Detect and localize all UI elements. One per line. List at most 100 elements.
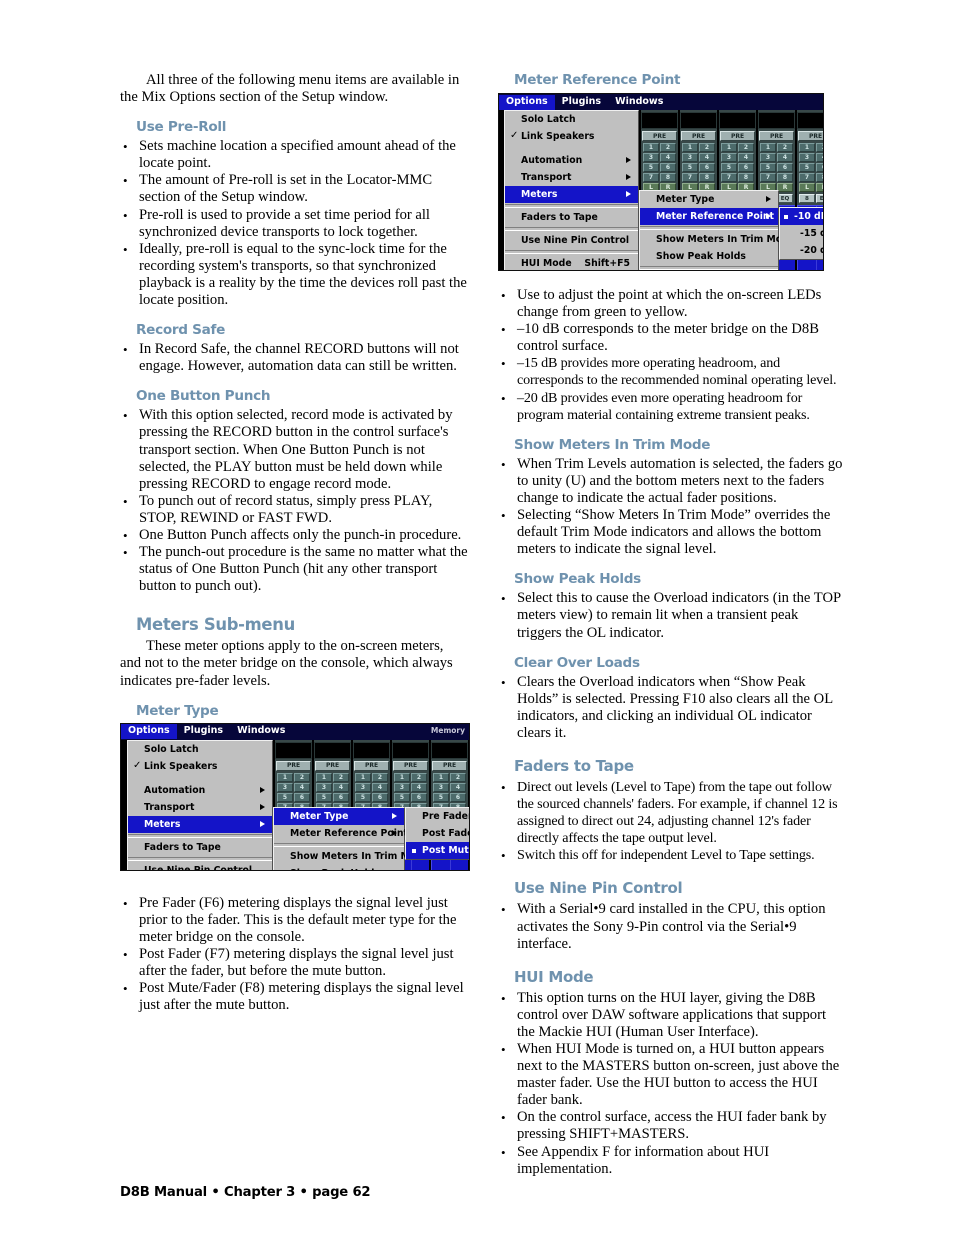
menu-windows[interactable]: Windows <box>608 95 670 110</box>
submenu-item-post-fader[interactable]: Post Fader F7 <box>406 825 469 842</box>
menu-item-meters[interactable]: Meters <box>128 815 272 833</box>
bus-button[interactable]: 8 <box>738 173 754 182</box>
bus-button[interactable]: 5 <box>277 792 293 802</box>
bus-button[interactable]: 6 <box>294 792 310 802</box>
menu-options[interactable]: Options <box>121 724 177 740</box>
bus-button[interactable]: 8 <box>777 173 793 182</box>
menu-windows[interactable]: Windows <box>230 724 292 739</box>
bus-button[interactable]: 2 <box>411 772 427 782</box>
bus-button[interactable]: 3 <box>277 782 293 792</box>
bus-button[interactable]: 4 <box>699 153 715 162</box>
bus-button[interactable]: 2 <box>738 143 754 152</box>
submenu-item-show-meters-in-trim-mode[interactable]: Show Meters In Trim Mode <box>274 848 429 865</box>
bus-button[interactable]: 7 <box>682 173 698 182</box>
bus-button[interactable]: 5 <box>799 163 815 172</box>
bus-button[interactable]: 6 <box>816 163 823 172</box>
menu-item-transport[interactable]: Transport <box>505 169 638 186</box>
bus-button[interactable]: 4 <box>372 782 388 792</box>
bus-button[interactable]: 3 <box>394 782 410 792</box>
submenu-item-show-peak-holds[interactable]: Show Peak Holds <box>274 865 404 870</box>
eq-button[interactable]: EQ <box>777 194 793 203</box>
bus-button[interactable]: 6 <box>411 792 427 802</box>
pre-button[interactable]: PRE <box>432 760 467 771</box>
bus-button[interactable]: 1 <box>277 772 293 782</box>
bus-button[interactable]: 3 <box>643 153 659 162</box>
bus-button[interactable]: 1 <box>682 143 698 152</box>
bus-button[interactable]: 8 <box>816 173 823 182</box>
bus-button[interactable]: 5 <box>355 792 371 802</box>
menu-plugins[interactable]: Plugins <box>177 724 230 739</box>
bus-button[interactable]: 6 <box>738 163 754 172</box>
pre-button[interactable]: PRE <box>315 760 350 771</box>
bus-button[interactable]: 2 <box>372 772 388 782</box>
submenu-item-minus-15db[interactable]: -15 dB <box>780 225 823 242</box>
right-assign-button[interactable]: R <box>777 183 793 192</box>
submenu-item-meter-reference-point[interactable]: Meter Reference Point <box>274 825 408 842</box>
bus-button[interactable]: 5 <box>682 163 698 172</box>
bus-button[interactable]: 4 <box>411 782 427 792</box>
pre-button[interactable]: PRE <box>798 131 823 141</box>
pre-button[interactable]: PRE <box>759 131 794 141</box>
submenu-item-meter-type[interactable]: Meter Type <box>640 191 778 208</box>
submenu-item-minus-10db[interactable]: -10 dB <box>780 208 823 225</box>
bus-button[interactable]: 5 <box>433 792 449 802</box>
pre-button[interactable]: PRE <box>393 760 428 771</box>
aux-button[interactable]: 8 <box>799 194 815 203</box>
bus-button[interactable]: 1 <box>355 772 371 782</box>
pre-button[interactable]: PRE <box>681 131 716 141</box>
left-assign-button[interactable]: L <box>799 183 815 192</box>
menu-item-automation[interactable]: Automation <box>505 152 638 169</box>
menu-item-use-nine-pin-control[interactable]: Use Nine Pin Control <box>505 232 638 249</box>
bus-button[interactable]: 5 <box>721 163 737 172</box>
bus-button[interactable]: 8 <box>660 173 676 182</box>
bus-button[interactable]: 6 <box>660 163 676 172</box>
submenu-item-minus-20db[interactable]: -20 dB <box>780 242 823 259</box>
bus-button[interactable]: 5 <box>760 163 776 172</box>
bus-button[interactable]: 1 <box>394 772 410 782</box>
bus-button[interactable]: 2 <box>660 143 676 152</box>
bus-button[interactable]: 4 <box>660 153 676 162</box>
bus-button[interactable]: 6 <box>372 792 388 802</box>
bus-button[interactable]: 8 <box>699 173 715 182</box>
bus-button[interactable]: 4 <box>777 153 793 162</box>
bus-button[interactable]: 1 <box>721 143 737 152</box>
bus-button[interactable]: 6 <box>450 792 466 802</box>
menu-item-automation[interactable]: Automation <box>128 782 272 799</box>
menu-item-meters[interactable]: Meters <box>505 186 638 203</box>
bus-button[interactable]: 3 <box>760 153 776 162</box>
bus-button[interactable]: 5 <box>316 792 332 802</box>
bus-button[interactable]: 4 <box>738 153 754 162</box>
submenu-item-post-mute-fader[interactable]: Post Mute/Fader F8 <box>406 841 469 859</box>
bus-button[interactable]: 1 <box>433 772 449 782</box>
bus-button[interactable]: 3 <box>682 153 698 162</box>
bus-button[interactable]: 6 <box>777 163 793 172</box>
submenu-item-show-peak-holds[interactable]: Show Peak Holds <box>640 248 778 265</box>
menu-item-faders-to-tape[interactable]: Faders to Tape <box>505 209 638 226</box>
bus-button[interactable]: 3 <box>355 782 371 792</box>
menu-plugins[interactable]: Plugins <box>555 95 608 110</box>
bus-button[interactable]: 6 <box>699 163 715 172</box>
menu-item-transport[interactable]: Transport <box>128 799 272 816</box>
pre-button[interactable]: PRE <box>354 760 389 771</box>
bus-button[interactable]: 7 <box>799 173 815 182</box>
bus-button[interactable]: 4 <box>450 782 466 792</box>
menu-item-hui-mode[interactable]: HUI Mode Shift+F5 <box>505 255 638 270</box>
bus-button[interactable]: 3 <box>799 153 815 162</box>
bus-button[interactable]: 6 <box>333 792 349 802</box>
bus-button[interactable]: 7 <box>643 173 659 182</box>
bus-button[interactable]: 1 <box>643 143 659 152</box>
bus-button[interactable]: 5 <box>643 163 659 172</box>
bus-button[interactable]: 4 <box>816 153 823 162</box>
bus-button[interactable]: 2 <box>699 143 715 152</box>
bus-button[interactable]: 2 <box>816 143 823 152</box>
bus-button[interactable]: 7 <box>721 173 737 182</box>
bus-button[interactable]: 1 <box>316 772 332 782</box>
bus-button[interactable]: 2 <box>777 143 793 152</box>
bus-button[interactable]: 4 <box>294 782 310 792</box>
menu-item-solo-latch[interactable]: Solo Latch <box>505 111 638 128</box>
bus-button[interactable]: 2 <box>294 772 310 782</box>
submenu-item-show-meters-in-trim-mode[interactable]: Show Meters In Trim Mode <box>640 231 795 248</box>
menu-item-link-speakers[interactable]: ✓ Link Speakers <box>505 128 638 145</box>
bus-button[interactable]: 2 <box>333 772 349 782</box>
submenu-item-pre-fader[interactable]: Pre Fader F6 <box>406 808 469 825</box>
